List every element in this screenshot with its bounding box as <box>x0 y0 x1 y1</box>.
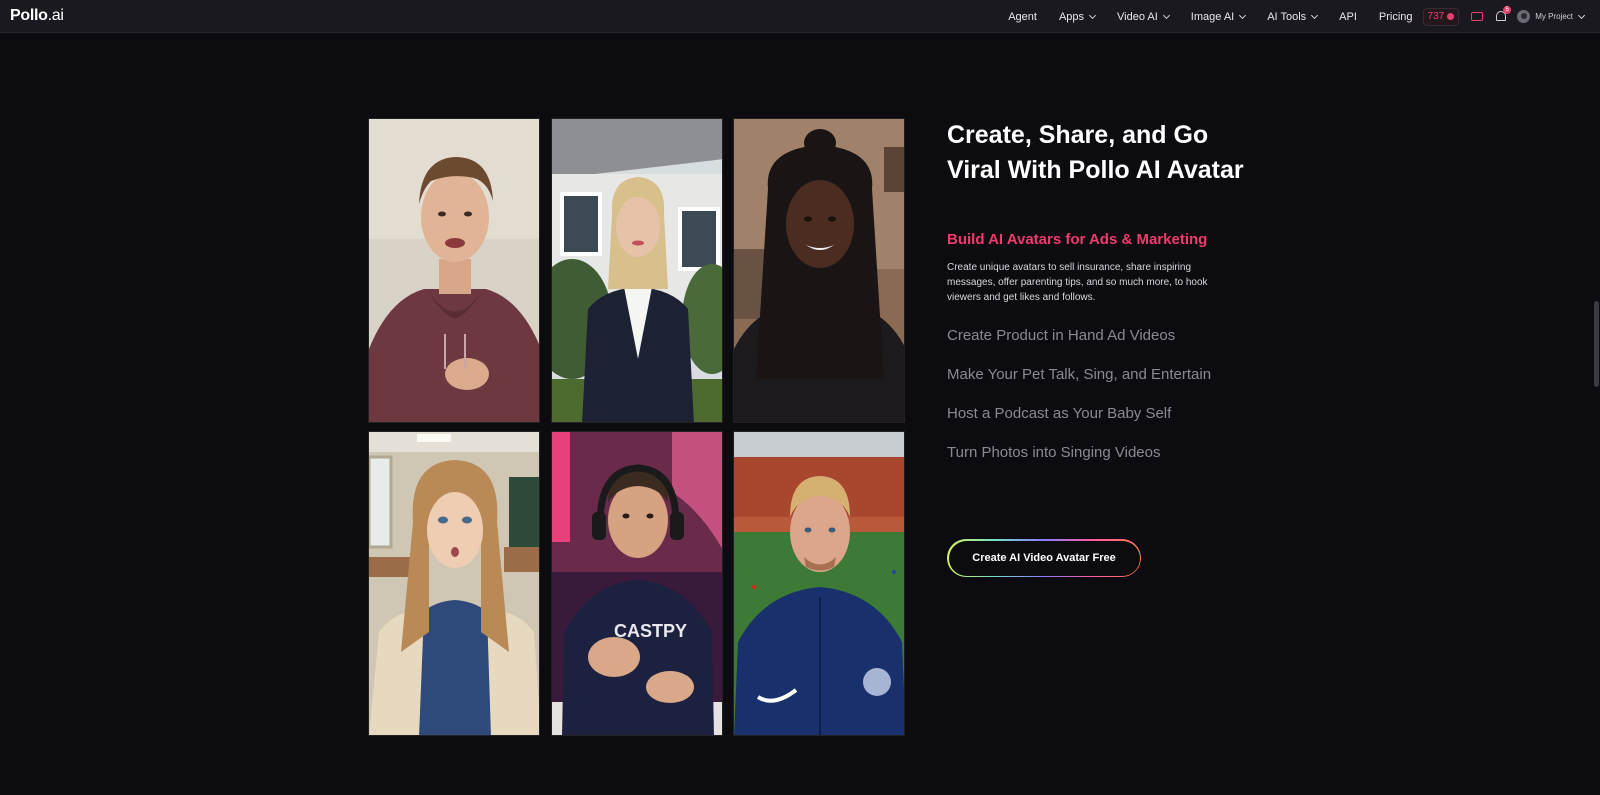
man-hoodie-image <box>369 119 539 422</box>
feature-item-podcast-baby[interactable]: Host a Podcast as Your Baby Self <box>947 405 1247 422</box>
nav-image-ai-label: Image AI <box>1190 10 1235 23</box>
avatar-gallery: CASTPY <box>368 118 906 736</box>
create-avatar-button-label: Create AI Video Avatar Free <box>948 540 1140 576</box>
create-avatar-button[interactable]: Create AI Video Avatar Free <box>947 539 1141 577</box>
logo-suffix: .ai <box>47 7 64 24</box>
nav-image-ai[interactable]: Image AI <box>1190 10 1247 23</box>
nav-video-ai-label: Video AI <box>1117 10 1158 23</box>
chevron-down-icon <box>1577 11 1586 19</box>
nav-pricing[interactable]: Pricing <box>1379 11 1413 23</box>
chevron-down-icon <box>1162 11 1170 19</box>
page-title: Create, Share, and Go Viral With Pollo A… <box>947 121 1244 184</box>
nav-api[interactable]: API <box>1339 11 1357 23</box>
woman-blazer-image <box>552 119 722 422</box>
pollo-logo[interactable]: Pollo.ai <box>10 7 64 25</box>
ticket-icon[interactable] <box>1471 12 1484 21</box>
nav-video-ai[interactable]: Video AI <box>1117 10 1170 23</box>
girl-classroom-image <box>369 432 539 735</box>
streamer-headset-image: CASTPY <box>552 432 722 735</box>
woman-braids-image <box>734 119 904 422</box>
feature-item-singing-videos[interactable]: Turn Photos into Singing Videos <box>947 444 1247 461</box>
nav-agent[interactable]: Agent <box>1008 11 1037 23</box>
project-label: My Project <box>1535 12 1573 21</box>
project-menu[interactable]: My Project <box>1517 10 1586 23</box>
credits-badge[interactable]: 737 <box>1422 7 1460 26</box>
chevron-down-icon <box>1311 11 1319 19</box>
avatar-video-tile-6[interactable] <box>733 431 905 736</box>
nav-apps[interactable]: Apps <box>1058 10 1097 23</box>
feature-description: Create unique avatars to sell insurance,… <box>947 262 1208 303</box>
avatar-video-tile-5[interactable]: CASTPY <box>551 431 723 736</box>
avatar-video-tile-2[interactable] <box>551 118 723 423</box>
avatar <box>1517 10 1531 23</box>
avatar-video-tile-3[interactable] <box>733 118 905 423</box>
nav-pricing-label: Pricing <box>1378 10 1413 23</box>
man-stadium-image <box>734 432 904 735</box>
feature-item-ads-marketing[interactable]: Build AI Avatars for Ads & Marketing <box>947 231 1247 248</box>
chevron-down-icon <box>1088 11 1097 19</box>
top-navigation-bar: Pollo.ai Agent Apps Video AI Image AI AI… <box>0 0 1600 33</box>
nav-agent-label: Agent <box>1008 10 1037 23</box>
hero-copy: Create, Share, and Go Viral With Pollo A… <box>947 118 1247 461</box>
feature-item-pet-talk[interactable]: Make Your Pet Talk, Sing, and Entertain <box>947 366 1247 383</box>
avatar-video-tile-1[interactable] <box>368 118 540 423</box>
credits-count: 737 <box>1427 11 1445 22</box>
svg-text:CASTPY: CASTPY <box>614 621 687 641</box>
avatar-video-tile-4[interactable] <box>368 431 540 736</box>
nav-ai-tools[interactable]: AI Tools <box>1267 10 1319 23</box>
nav-api-label: API <box>1339 10 1357 23</box>
main-nav: Agent Apps Video AI Image AI AI Tools AP… <box>986 0 1586 33</box>
coin-icon <box>1447 13 1455 20</box>
chevron-down-icon <box>1239 11 1247 19</box>
notification-count-badge: 5 <box>1503 6 1512 14</box>
page-scrollbar[interactable] <box>1592 33 1600 795</box>
feature-item-product-in-hand[interactable]: Create Product in Hand Ad Videos <box>947 327 1247 344</box>
logo-main: Pollo <box>10 7 48 24</box>
nav-apps-label: Apps <box>1058 10 1085 23</box>
notification-bell-icon[interactable]: 5 <box>1495 6 1512 23</box>
nav-ai-tools-label: AI Tools <box>1267 10 1307 23</box>
scrollbar-thumb[interactable] <box>1594 301 1599 387</box>
